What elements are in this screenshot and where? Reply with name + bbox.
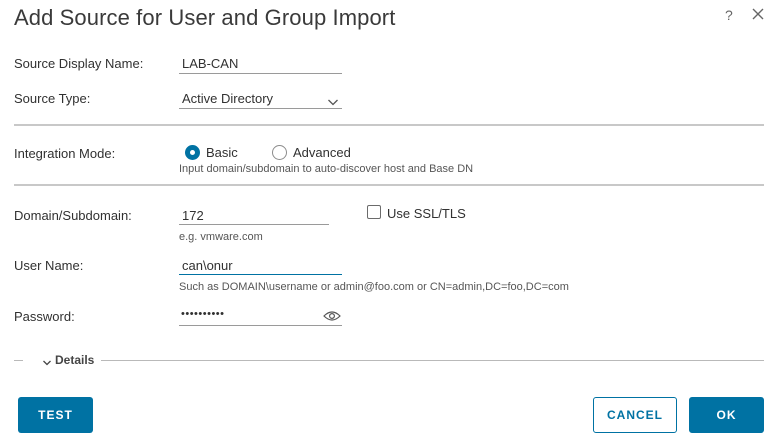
user-name-input[interactable]: can\onur bbox=[182, 258, 233, 273]
details-divider-right bbox=[101, 360, 764, 361]
radio-basic[interactable] bbox=[185, 145, 200, 160]
user-name-hint: Such as DOMAIN\username or admin@foo.com… bbox=[179, 281, 569, 293]
close-icon[interactable] bbox=[750, 6, 766, 22]
chevron-down-icon bbox=[42, 356, 52, 366]
dialog-title: Add Source for User and Group Import bbox=[14, 5, 396, 30]
source-type-underline bbox=[179, 108, 342, 109]
domain-underline bbox=[179, 224, 329, 225]
user-name-underline bbox=[179, 274, 342, 275]
password-label: Password: bbox=[14, 309, 75, 324]
details-label: Details bbox=[55, 353, 95, 367]
eye-icon[interactable] bbox=[323, 309, 341, 321]
radio-advanced-label: Advanced bbox=[293, 145, 351, 160]
source-type-label: Source Type: bbox=[14, 91, 91, 106]
section-divider bbox=[14, 124, 764, 126]
integration-mode-label: Integration Mode: bbox=[14, 146, 116, 161]
details-toggle[interactable]: Details bbox=[42, 353, 94, 367]
integration-mode-hint: Input domain/subdomain to auto-discover … bbox=[179, 163, 474, 175]
source-type-select[interactable]: Active Directory bbox=[182, 91, 273, 106]
password-input[interactable]: •••••••••• bbox=[181, 308, 225, 320]
source-display-name-input[interactable]: LAB-CAN bbox=[182, 56, 238, 71]
chevron-down-icon[interactable] bbox=[327, 94, 339, 106]
details-divider-left bbox=[14, 360, 23, 361]
use-ssl-checkbox[interactable] bbox=[367, 205, 381, 219]
use-ssl-label: Use SSL/TLS bbox=[387, 206, 466, 221]
password-underline bbox=[179, 325, 342, 326]
source-display-name-underline bbox=[179, 73, 342, 74]
radio-advanced[interactable] bbox=[272, 145, 287, 160]
domain-label: Domain/Subdomain: bbox=[14, 208, 132, 223]
ok-button[interactable]: OK bbox=[689, 397, 764, 433]
help-button[interactable]: ? bbox=[725, 7, 733, 23]
domain-hint: e.g. vmware.com bbox=[179, 231, 263, 243]
source-display-name-label: Source Display Name: bbox=[14, 56, 144, 71]
radio-basic-label: Basic bbox=[206, 145, 238, 160]
user-name-label: User Name: bbox=[14, 258, 84, 273]
section-divider bbox=[14, 184, 764, 186]
test-button[interactable]: TEST bbox=[18, 397, 93, 433]
domain-input[interactable]: 172 bbox=[182, 208, 204, 223]
cancel-button[interactable]: CANCEL bbox=[593, 397, 677, 433]
